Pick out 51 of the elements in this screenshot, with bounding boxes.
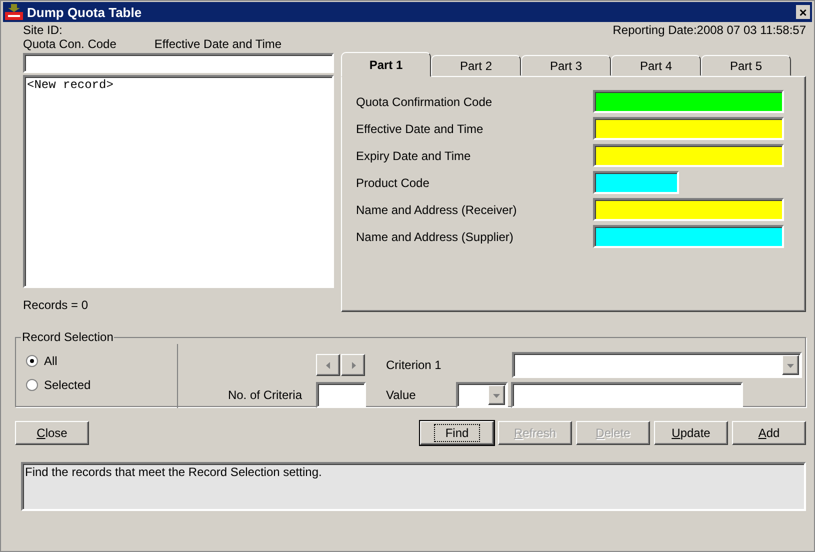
search-field[interactable] — [23, 53, 334, 73]
dialog-button[interactable]: Update — [654, 421, 728, 445]
tab[interactable]: Part 5 — [701, 55, 791, 76]
criterion-label: Criterion 1 — [386, 358, 442, 372]
site-id-label: Site ID: — [23, 23, 62, 37]
dropdown-arrow-icon — [787, 362, 794, 368]
close-button[interactable]: × — [796, 5, 810, 19]
list-item[interactable]: <New record> — [27, 78, 330, 92]
previous-button[interactable] — [316, 354, 340, 376]
input-field[interactable] — [593, 90, 784, 113]
radio-button[interactable] — [26, 355, 38, 367]
field-label: Expiry Date and Time — [356, 148, 472, 162]
tab[interactable]: Part 3 — [521, 55, 611, 76]
reporting-date: Reporting Date:2008 07 03 11:58:57 — [612, 23, 806, 37]
value-label: Value — [386, 388, 417, 402]
dialog-button[interactable]: Add — [732, 421, 806, 445]
input-field[interactable] — [593, 144, 784, 167]
app-icon — [5, 4, 23, 20]
next-button[interactable] — [341, 354, 365, 376]
dialog-button[interactable]: Find — [420, 421, 494, 445]
column-header: Quota Con. Code — [23, 37, 116, 51]
field-label: Name and Address (Receiver) — [356, 202, 518, 216]
column-header: Effective Date and Time — [154, 37, 282, 51]
group-title: Record Selection — [21, 330, 114, 344]
criteria-count-field[interactable] — [316, 382, 366, 408]
field-label: Effective Date and Time — [356, 122, 484, 136]
input-field[interactable] — [593, 225, 784, 248]
radio-label: Selected — [44, 378, 91, 392]
field-label: Quota Confirmation Code — [356, 94, 494, 108]
field-label: Product Code — [356, 176, 430, 190]
input-field[interactable] — [593, 171, 679, 194]
dialog-button[interactable]: Close — [15, 421, 89, 445]
left-arrow-icon — [324, 362, 332, 368]
operator-dropdown[interactable] — [456, 382, 508, 408]
right-arrow-icon — [350, 362, 356, 368]
field-label: Name and Address (Supplier) — [356, 230, 514, 244]
criteria-label: No. of Criteria — [228, 388, 302, 402]
value-field[interactable] — [511, 382, 743, 408]
criterion-dropdown[interactable] — [512, 352, 802, 378]
tab[interactable]: Part 2 — [431, 55, 521, 76]
window-title: Dump Quota Table — [27, 4, 143, 20]
tab[interactable]: Part 1 — [341, 52, 431, 77]
record-list[interactable]: <New record> — [23, 75, 334, 288]
dropdown-arrow-icon — [493, 392, 500, 398]
tab[interactable]: Part 4 — [611, 55, 701, 76]
records-count: Records = 0 — [23, 298, 88, 312]
status-message: Find the records that meet the Record Selection setting. — [21, 462, 806, 511]
input-field[interactable] — [593, 198, 784, 221]
radio-button[interactable] — [26, 379, 38, 391]
input-field[interactable] — [593, 117, 784, 140]
radio-label: All — [44, 354, 58, 368]
